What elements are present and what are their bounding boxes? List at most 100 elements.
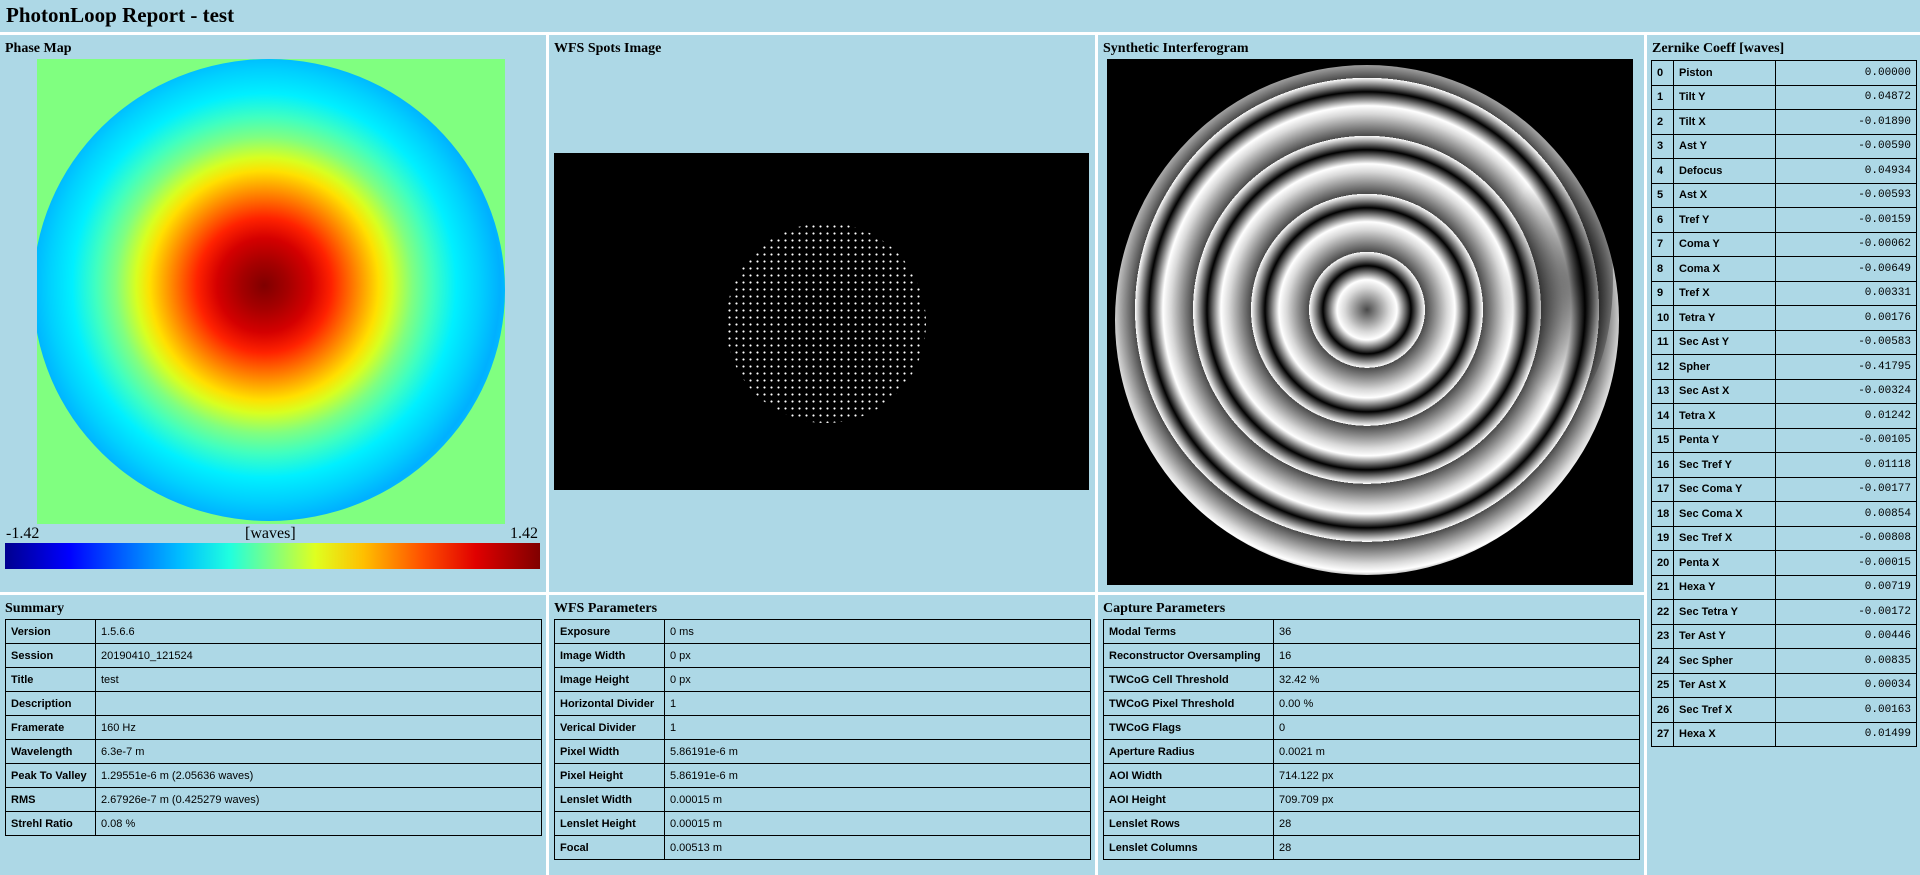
zernike-value: 0.00719 (1775, 574, 1917, 600)
zernike-index: 15 (1651, 427, 1674, 453)
zernike-value: 0.01118 (1775, 452, 1917, 478)
zernike-index: 27 (1651, 721, 1674, 747)
wfs-params-title: WFS Parameters (554, 601, 658, 616)
param-key: Wavelength (5, 739, 96, 764)
zernike-name: Hexa Y (1673, 574, 1776, 600)
param-key: Aperture Radius (1103, 739, 1274, 764)
capture-params-title: Capture Parameters (1103, 601, 1226, 616)
zernike-value: -0.00590 (1775, 133, 1917, 159)
wfs-params-panel: WFS Parameters Exposure 0 ms Image Width 0 … (549, 595, 1095, 875)
zernike-index: 22 (1651, 599, 1674, 625)
param-value: 0.00015 m (664, 811, 1091, 836)
zernike-row: 6 Tref Y -0.00159 (1651, 207, 1917, 233)
phase-colorbar (5, 543, 540, 569)
param-value: 36 (1273, 619, 1640, 644)
param-key: Pixel Height (554, 763, 665, 788)
zernike-name: Sec Ast Y (1673, 329, 1776, 355)
colorbar-max-label: 1.42 (510, 525, 538, 542)
summary-table: Version 1.5.6.6 Session 20190410_121524 Titl… (5, 619, 542, 836)
table-row: Lenslet Height 0.00015 m (554, 811, 1091, 836)
param-key: AOI Height (1103, 787, 1274, 812)
param-key: Horizontal Divider (554, 691, 665, 716)
param-value: 0.0021 m (1273, 739, 1640, 764)
param-value: 0.08 % (95, 811, 542, 836)
zernike-value: -0.00159 (1775, 207, 1917, 233)
param-key: TWCoG Pixel Threshold (1103, 691, 1274, 716)
table-row: Strehl Ratio 0.08 % (5, 811, 542, 836)
zernike-row: 15 Penta Y -0.00105 (1651, 427, 1917, 453)
zernike-name: Ter Ast X (1673, 672, 1776, 698)
zernike-name: Sec Tref X (1673, 697, 1776, 723)
table-row: Lenslet Width 0.00015 m (554, 787, 1091, 812)
zernike-value: 0.00854 (1775, 501, 1917, 527)
zernike-row: 14 Tetra X 0.01242 (1651, 403, 1917, 429)
zernike-index: 23 (1651, 623, 1674, 649)
zernike-panel: Zernike Coeff [waves] 0 Piston 0.00000 1 Til… (1647, 35, 1920, 875)
zernike-value: -0.00177 (1775, 476, 1917, 502)
zernike-name: Coma Y (1673, 231, 1776, 257)
table-row: AOI Height 709.709 px (1103, 787, 1640, 812)
zernike-row: 20 Penta X -0.00015 (1651, 550, 1917, 576)
table-row: Lenslet Rows 28 (1103, 811, 1640, 836)
zernike-row: 8 Coma X -0.00649 (1651, 256, 1917, 282)
zernike-value: 0.00835 (1775, 648, 1917, 674)
zernike-name: Tref X (1673, 280, 1776, 306)
param-value: 714.122 px (1273, 763, 1640, 788)
zernike-value: -0.00324 (1775, 378, 1917, 404)
param-value: 5.86191e-6 m (664, 739, 1091, 764)
zernike-value: 0.01499 (1775, 721, 1917, 747)
zernike-name: Hexa X (1673, 721, 1776, 747)
param-key: Lenslet Columns (1103, 835, 1274, 860)
param-key: Modal Terms (1103, 619, 1274, 644)
zernike-value: 0.00446 (1775, 623, 1917, 649)
param-value: 0 px (664, 643, 1091, 668)
param-value: 20190410_121524 (95, 643, 542, 668)
zernike-name: Piston (1673, 60, 1776, 86)
param-value: 1 (664, 715, 1091, 740)
zernike-index: 12 (1651, 354, 1674, 380)
zernike-index: 13 (1651, 378, 1674, 404)
zernike-name: Coma X (1673, 256, 1776, 282)
zernike-index: 1 (1651, 84, 1674, 110)
zernike-value: -0.00105 (1775, 427, 1917, 453)
zernike-index: 6 (1651, 207, 1674, 233)
zernike-name: Sec Tref Y (1673, 452, 1776, 478)
zernike-name: Ter Ast Y (1673, 623, 1776, 649)
zernike-row: 19 Sec Tref X -0.00808 (1651, 525, 1917, 551)
zernike-index: 14 (1651, 403, 1674, 429)
phase-map-disk (37, 59, 505, 521)
wfs-spots-title: WFS Spots Image (554, 41, 662, 56)
param-key: TWCoG Cell Threshold (1103, 667, 1274, 692)
param-key: Exposure (554, 619, 665, 644)
zernike-name: Tref Y (1673, 207, 1776, 233)
zernike-index: 10 (1651, 305, 1674, 331)
zernike-value: 0.00034 (1775, 672, 1917, 698)
zernike-value: 0.04872 (1775, 84, 1917, 110)
zernike-index: 2 (1651, 109, 1674, 135)
zernike-value: -0.00808 (1775, 525, 1917, 551)
zernike-value: -0.01890 (1775, 109, 1917, 135)
zernike-row: 21 Hexa Y 0.00719 (1651, 574, 1917, 600)
phase-map-image (37, 59, 505, 524)
table-row: Session 20190410_121524 (5, 643, 542, 668)
zernike-name: Penta Y (1673, 427, 1776, 453)
zernike-row: 18 Sec Coma X 0.00854 (1651, 501, 1917, 527)
table-row: Peak To Valley 1.29551e-6 m (2.05636 wave… (5, 763, 542, 788)
zernike-value: 0.00176 (1775, 305, 1917, 331)
zernike-value: 0.00000 (1775, 60, 1917, 86)
zernike-title: Zernike Coeff [waves] (1652, 41, 1785, 56)
param-value: 1.29551e-6 m (2.05636 waves) (95, 763, 542, 788)
zernike-index: 26 (1651, 697, 1674, 723)
zernike-index: 0 (1651, 60, 1674, 86)
table-row: AOI Width 714.122 px (1103, 763, 1640, 788)
param-value: 0 (1273, 715, 1640, 740)
interferogram-panel: Synthetic Interferogram (1098, 35, 1644, 592)
zernike-row: 7 Coma Y -0.00062 (1651, 231, 1917, 257)
table-row: Reconstructor Oversampling 16 (1103, 643, 1640, 668)
table-row: Pixel Height 5.86191e-6 m (554, 763, 1091, 788)
param-value: 28 (1273, 811, 1640, 836)
zernike-name: Penta X (1673, 550, 1776, 576)
param-key: Reconstructor Oversampling (1103, 643, 1274, 668)
param-value: 5.86191e-6 m (664, 763, 1091, 788)
param-key: Strehl Ratio (5, 811, 96, 836)
